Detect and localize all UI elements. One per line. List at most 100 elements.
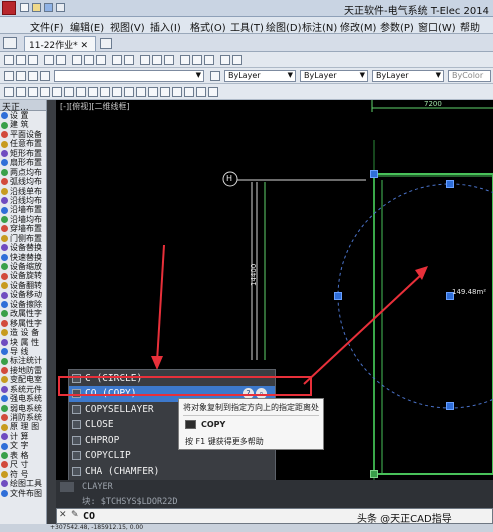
app-logo-icon[interactable] xyxy=(2,1,16,15)
command-input[interactable] xyxy=(83,510,383,522)
print-icon[interactable] xyxy=(44,55,54,65)
insert-block-icon[interactable] xyxy=(124,87,134,97)
make-current-icon[interactable] xyxy=(210,71,220,81)
sidebar-item[interactable]: 设备擦除 xyxy=(0,300,46,309)
sidebar-item[interactable]: 沿线均布 xyxy=(0,196,46,205)
lock-icon[interactable] xyxy=(40,71,50,81)
sidebar-item[interactable]: 文 字 xyxy=(0,441,46,450)
sidebar-item[interactable]: 弱电系统 xyxy=(0,404,46,413)
linetype-select[interactable]: ByLayer ▼ xyxy=(300,70,368,82)
sidebar-item[interactable]: 设备移动 xyxy=(0,290,46,299)
sidebar-item[interactable]: 扇形布置 xyxy=(0,158,46,167)
sidebar-item[interactable]: 门侧布置 xyxy=(0,234,46,243)
sidebar-item[interactable]: 设备替换 xyxy=(0,243,46,252)
undo-icon[interactable] xyxy=(112,55,122,65)
menu-modify[interactable]: 修改(M) xyxy=(340,19,376,34)
autocomplete-item[interactable]: CHA (CHAMFER) xyxy=(69,464,275,480)
sidebar-item[interactable]: 设 置 xyxy=(0,111,46,120)
sidebar-item[interactable]: 两点均布 xyxy=(0,168,46,177)
sidebar-item[interactable]: 尺 寸 xyxy=(0,460,46,469)
polygon-icon[interactable] xyxy=(40,87,50,97)
new-tab-icon[interactable] xyxy=(100,38,112,49)
sidebar-item[interactable]: 原 理 图 xyxy=(0,422,46,431)
menu-format[interactable]: 格式(O) xyxy=(190,19,226,34)
close-icon[interactable]: ✕ xyxy=(59,510,67,520)
viewport-controls[interactable]: [-][俯视][二维线框] xyxy=(60,101,130,112)
sidebar-item[interactable]: 造 设 备 xyxy=(0,328,46,337)
new-icon[interactable] xyxy=(4,55,14,65)
sidebar-item[interactable]: 导 线 xyxy=(0,347,46,356)
autocomplete-item[interactable]: COPYCLIP xyxy=(69,448,275,464)
sidebar-item[interactable]: 强电系统 xyxy=(0,394,46,403)
table-icon[interactable] xyxy=(196,87,206,97)
sidebar-item[interactable]: 接地防雷 xyxy=(0,366,46,375)
properties-icon[interactable] xyxy=(180,55,190,65)
layer-manager-icon[interactable] xyxy=(4,71,14,81)
menu-dimension[interactable]: 标注(N) xyxy=(302,19,337,34)
paste-icon[interactable] xyxy=(96,55,106,65)
plotstyle-select[interactable]: ByColor xyxy=(448,70,491,82)
sidebar-item[interactable]: 设备翻转 xyxy=(0,281,46,290)
history-toggle-icon[interactable] xyxy=(60,482,74,492)
cut-icon[interactable] xyxy=(72,55,82,65)
line-icon[interactable] xyxy=(4,87,14,97)
design-center-icon[interactable] xyxy=(192,55,202,65)
make-block-icon[interactable] xyxy=(136,87,146,97)
point-icon[interactable] xyxy=(148,87,158,97)
redo-icon[interactable] xyxy=(124,55,134,65)
sidebar-item[interactable]: 消防系统 xyxy=(0,413,46,422)
menu-tools[interactable]: 工具(T) xyxy=(230,19,264,34)
sidebar-item[interactable]: 标注统计 xyxy=(0,356,46,365)
save-icon[interactable] xyxy=(44,3,53,12)
gradient-icon[interactable] xyxy=(172,87,182,97)
layer-select[interactable]: ▼ xyxy=(54,70,204,82)
print-icon[interactable] xyxy=(56,3,65,12)
command-line[interactable]: ✕ ✎ 头条 @天正CAD指导 xyxy=(56,508,493,525)
grip-handle[interactable] xyxy=(370,170,378,178)
menu-view[interactable]: 视图(V) xyxy=(110,19,145,34)
grip-handle[interactable] xyxy=(370,470,378,478)
polyline-icon[interactable] xyxy=(28,87,38,97)
menu-edit[interactable]: 编辑(E) xyxy=(70,19,104,34)
sidebar-item[interactable]: 移属性字 xyxy=(0,319,46,328)
sidebar-item[interactable]: 块 属 性 xyxy=(0,338,46,347)
tool-palette-icon[interactable] xyxy=(204,55,214,65)
sidebar-item[interactable]: 快速替换 xyxy=(0,253,46,262)
grip-handle[interactable] xyxy=(446,180,454,188)
menu-help[interactable]: 帮助 xyxy=(460,19,480,34)
sidebar-item[interactable]: 表 格 xyxy=(0,451,46,460)
sidebar-item[interactable]: 设备旋转 xyxy=(0,271,46,280)
lineweight-select[interactable]: ByLayer ▼ xyxy=(372,70,444,82)
sidebar-item[interactable]: 任意布置 xyxy=(0,139,46,148)
menu-params[interactable]: 参数(P) xyxy=(380,19,414,34)
cloud-icon[interactable] xyxy=(88,87,98,97)
tab-drawing[interactable]: 11-22作业* ✕ xyxy=(24,36,96,51)
color-select[interactable]: ByLayer ▼ xyxy=(224,70,296,82)
grip-handle[interactable] xyxy=(334,292,342,300)
region-icon[interactable] xyxy=(184,87,194,97)
zoom-icon[interactable] xyxy=(152,55,162,65)
open-folder-icon[interactable] xyxy=(32,3,41,12)
mtext-icon[interactable] xyxy=(208,87,218,97)
hatch-icon[interactable] xyxy=(160,87,170,97)
sidebar-item[interactable]: 变配电室 xyxy=(0,375,46,384)
sidebar-item[interactable]: 符 号 xyxy=(0,470,46,479)
menu-draw[interactable]: 绘图(D) xyxy=(266,19,302,34)
open-icon[interactable] xyxy=(16,55,26,65)
sidebar-item[interactable]: 平面设备 xyxy=(0,130,46,139)
sun-icon[interactable] xyxy=(28,71,38,81)
sidebar-item[interactable]: 沿墙均布 xyxy=(0,215,46,224)
sidebar-item[interactable]: 绘图工具 xyxy=(0,479,46,488)
sidebar-item[interactable]: 文件布图 xyxy=(0,489,46,498)
preview-icon[interactable] xyxy=(56,55,66,65)
start-tab-icon[interactable] xyxy=(3,37,17,49)
pan-icon[interactable] xyxy=(140,55,150,65)
help-icon[interactable] xyxy=(232,55,242,65)
xline-icon[interactable] xyxy=(16,87,26,97)
spline-icon[interactable] xyxy=(100,87,110,97)
save-icon[interactable] xyxy=(28,55,38,65)
rectangle-icon[interactable] xyxy=(52,87,62,97)
menu-insert[interactable]: 插入(I) xyxy=(150,19,181,34)
menu-file[interactable]: 文件(F) xyxy=(30,19,64,34)
new-file-icon[interactable] xyxy=(20,3,29,12)
